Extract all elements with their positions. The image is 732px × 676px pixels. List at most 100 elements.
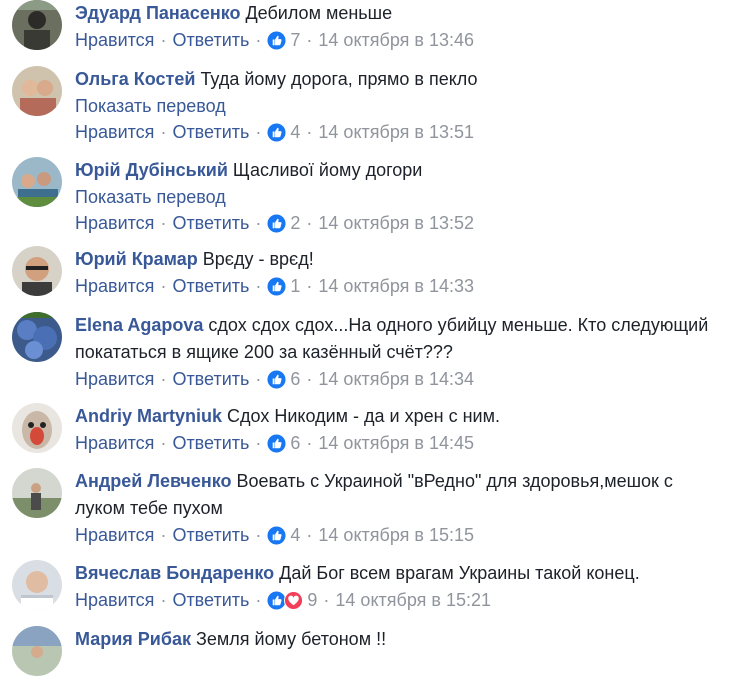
comment-actions: Нравится · Ответить · 4 · 14 октября в 15:15	[75, 522, 718, 548]
separator-dot: ·	[160, 433, 167, 453]
comment-author[interactable]: Мария Рибак	[75, 629, 191, 649]
comment-timestamp[interactable]: 14 октября в 13:52	[318, 210, 474, 236]
separator-dot: ·	[306, 30, 313, 50]
comment-line: Юрій Дубінський Щасливої йому догори	[75, 157, 718, 184]
like-button[interactable]: Нравится	[75, 587, 154, 613]
comment-text: Туда йому дорога, прямо в пекло	[200, 69, 478, 89]
comment-body: Andriy Martyniuk Сдох Никодим - да и хре…	[75, 403, 718, 456]
comment-body: Юрій Дубінський Щасливої йому догори Пока…	[75, 157, 718, 236]
comment-author[interactable]: Andriy Martyniuk	[75, 406, 222, 426]
separator-dot: ·	[306, 276, 313, 296]
comment-author[interactable]: Юрій Дубінський	[75, 160, 228, 180]
avatar[interactable]	[12, 0, 62, 50]
separator-dot: ·	[255, 433, 262, 453]
separator-dot: ·	[323, 590, 330, 610]
reply-button[interactable]: Ответить	[172, 27, 249, 53]
comment-line: Юрий Крамар Врєду - врєд!	[75, 246, 718, 273]
avatar[interactable]	[12, 468, 62, 518]
like-button[interactable]: Нравится	[75, 522, 154, 548]
comment-actions: Нравится · Ответить · 9 · 14 октября в 15:21	[75, 587, 718, 613]
separator-dot: ·	[160, 30, 167, 50]
separator-dot: ·	[306, 122, 313, 142]
reaction-summary[interactable]: 9	[267, 587, 317, 613]
thumbs-up-icon	[267, 276, 286, 296]
reaction-count: 4	[290, 525, 301, 545]
comment-author[interactable]: Elena Agapova	[75, 315, 203, 335]
separator-dot: ·	[255, 213, 262, 233]
avatar[interactable]	[12, 312, 62, 362]
show-translation-link[interactable]: Показать перевод	[75, 93, 718, 119]
thumbs-up-icon	[267, 213, 286, 233]
thumbs-up-icon	[267, 369, 286, 389]
reply-button[interactable]: Ответить	[172, 430, 249, 456]
comment-author[interactable]: Андрей Левченко	[75, 471, 232, 491]
separator-dot: ·	[255, 369, 262, 389]
comment-timestamp[interactable]: 14 октября в 13:51	[318, 119, 474, 145]
avatar[interactable]	[12, 246, 62, 296]
comment-actions: Нравится · Ответить · 7 · 14 октября в 13:46	[75, 27, 718, 53]
comment-text: Сдох Никодим - да и хрен с ним.	[227, 406, 500, 426]
reply-button[interactable]: Ответить	[172, 587, 249, 613]
comment-timestamp[interactable]: 14 октября в 15:21	[335, 587, 491, 613]
reaction-summary[interactable]: 4	[267, 119, 300, 145]
comment-text: Дай Бог всем врагам Украины такой конец.	[279, 563, 640, 583]
comment-actions: Нравится · Ответить · 2 · 14 октября в 13:52	[75, 210, 718, 236]
reaction-count: 6	[290, 369, 301, 389]
reaction-summary[interactable]: 6	[267, 430, 300, 456]
reaction-summary[interactable]: 2	[267, 210, 300, 236]
thumbs-up-icon	[267, 30, 286, 50]
show-translation-link[interactable]: Показать перевод	[75, 184, 718, 210]
heart-icon	[284, 590, 304, 610]
reaction-summary[interactable]: 7	[267, 27, 300, 53]
comment-author[interactable]: Юрий Крамар	[75, 249, 198, 269]
comment-text: Щасливої йому догори	[232, 160, 423, 180]
reply-button[interactable]: Ответить	[172, 119, 249, 145]
separator-dot: ·	[255, 276, 262, 296]
comment-timestamp[interactable]: 14 октября в 14:34	[318, 366, 474, 392]
comment-author[interactable]: Вячеслав Бондаренко	[75, 563, 274, 583]
comment-timestamp[interactable]: 14 октября в 15:15	[318, 522, 474, 548]
reply-button[interactable]: Ответить	[172, 210, 249, 236]
comment-line: Elena Agapova сдох сдох сдох...На одного…	[75, 312, 718, 366]
comment-timestamp[interactable]: 14 октября в 14:45	[318, 430, 474, 456]
like-button[interactable]: Нравится	[75, 27, 154, 53]
comment-timestamp[interactable]: 14 октября в 13:46	[318, 27, 474, 53]
reaction-count: 9	[307, 590, 318, 610]
comment-author[interactable]: Эдуард Панасенко	[75, 3, 240, 23]
comment-body: Elena Agapova сдох сдох сдох...На одного…	[75, 312, 718, 392]
separator-dot: ·	[306, 213, 313, 233]
comment-body: Ольга Костей Туда йому дорога, прямо в п…	[75, 66, 718, 145]
reaction-summary[interactable]: 1	[267, 273, 300, 299]
separator-dot: ·	[255, 30, 262, 50]
reaction-count: 6	[290, 433, 301, 453]
comment-actions: Нравится · Ответить · 4 · 14 октября в 13:51	[75, 119, 718, 145]
comment-author[interactable]: Ольга Костей	[75, 69, 195, 89]
comment-line: Вячеслав Бондаренко Дай Бог всем врагам …	[75, 560, 718, 587]
like-button[interactable]: Нравится	[75, 273, 154, 299]
reaction-count: 7	[290, 30, 301, 50]
comment-text: Земля йому бетоном !!	[196, 629, 387, 649]
comment-text: Дебилом меньше	[245, 3, 393, 23]
thumbs-up-icon	[267, 433, 286, 453]
reaction-summary[interactable]: 4	[267, 522, 300, 548]
avatar[interactable]	[12, 626, 62, 676]
like-button[interactable]: Нравится	[75, 430, 154, 456]
reaction-count: 4	[290, 122, 301, 142]
comment-timestamp[interactable]: 14 октября в 14:33	[318, 273, 474, 299]
reaction-summary[interactable]: 6	[267, 366, 300, 392]
like-button[interactable]: Нравится	[75, 119, 154, 145]
like-button[interactable]: Нравится	[75, 210, 154, 236]
avatar[interactable]	[12, 66, 62, 116]
separator-dot: ·	[255, 590, 262, 610]
comment-body: Юрий Крамар Врєду - врєд! Нравится · Ответи…	[75, 246, 718, 299]
avatar[interactable]	[12, 403, 62, 453]
comment-actions: Нравится · Ответить · 6 · 14 октября в 14:34	[75, 366, 718, 392]
separator-dot: ·	[160, 213, 167, 233]
reply-button[interactable]: Ответить	[172, 273, 249, 299]
avatar[interactable]	[12, 560, 62, 610]
like-button[interactable]: Нравится	[75, 366, 154, 392]
reply-button[interactable]: Ответить	[172, 366, 249, 392]
avatar[interactable]	[12, 157, 62, 207]
comment-line: Andriy Martyniuk Сдох Никодим - да и хре…	[75, 403, 718, 430]
reply-button[interactable]: Ответить	[172, 522, 249, 548]
